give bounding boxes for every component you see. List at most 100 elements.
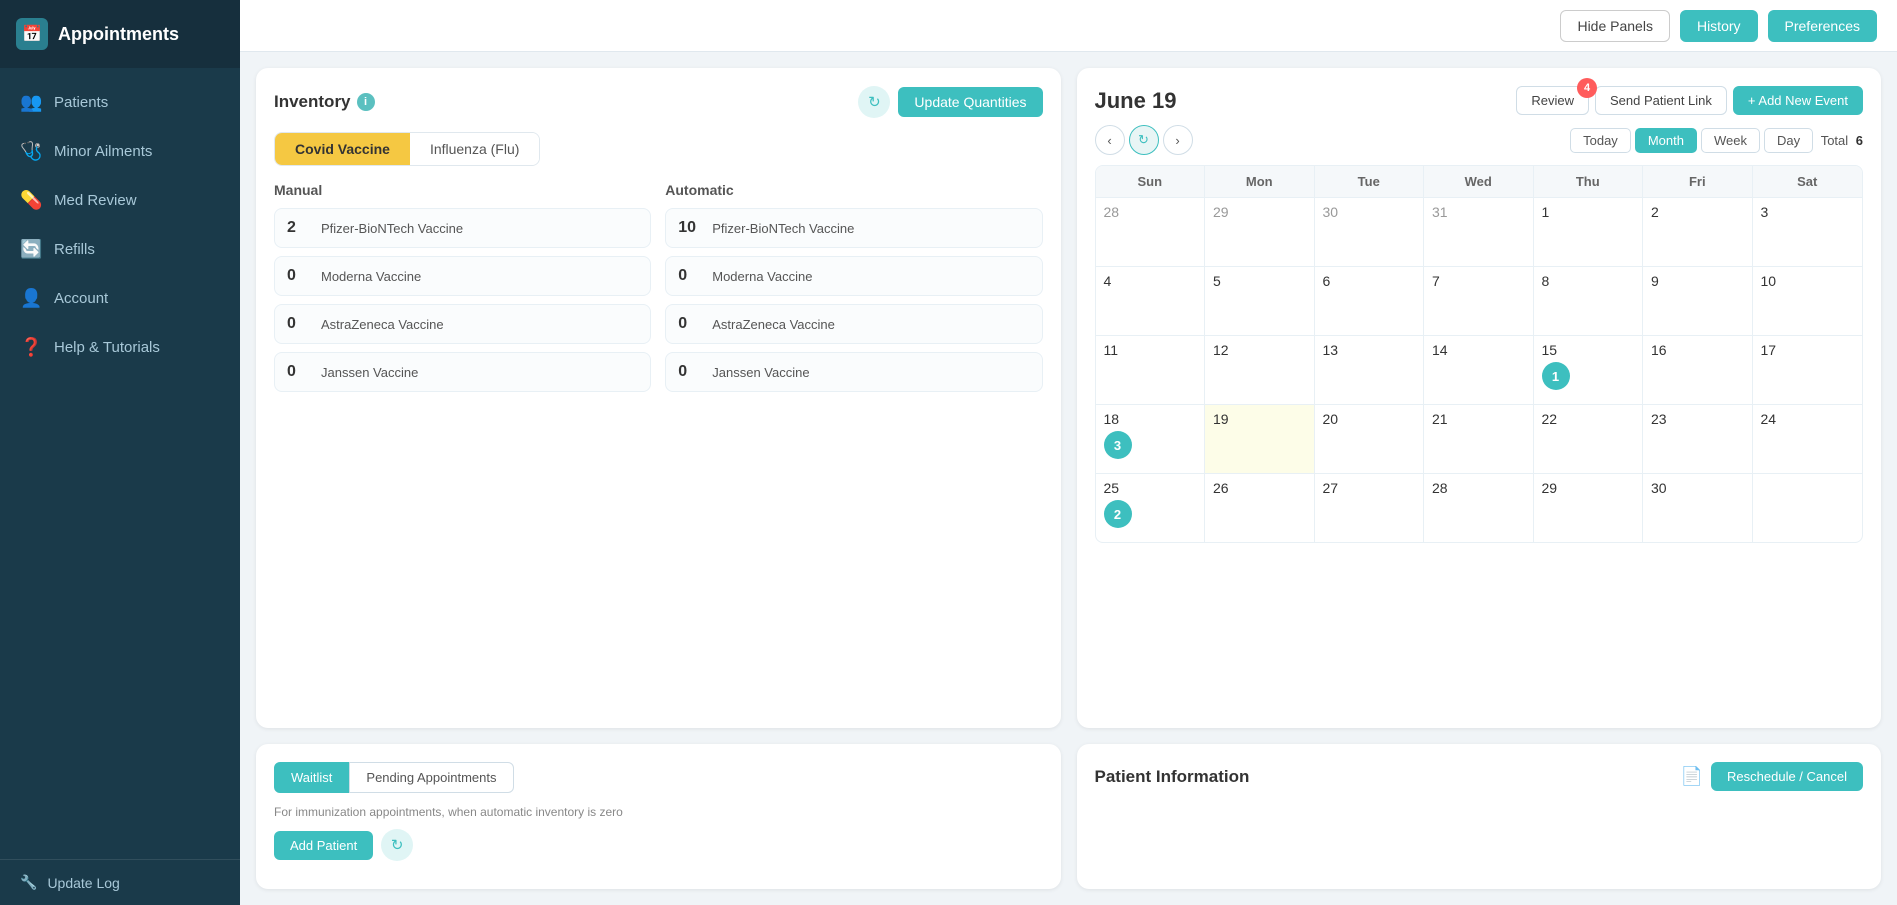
auto-count-3: 0 <box>678 315 702 333</box>
cal-cell-w2-d7[interactable]: 10 <box>1753 267 1863 335</box>
app-title: Appointments <box>58 24 179 45</box>
auto-vaccine-3: 0 AstraZeneca Vaccine <box>665 304 1042 344</box>
tab-waitlist[interactable]: Waitlist <box>274 762 349 793</box>
cal-cell-w3-d4[interactable]: 14 <box>1424 336 1534 404</box>
auto-count-2: 0 <box>678 267 702 285</box>
day-header-fri: Fri <box>1643 166 1753 197</box>
cal-cell-w1-d5[interactable]: 1 <box>1534 198 1644 266</box>
update-log-button[interactable]: 🔧 Update Log <box>0 859 240 905</box>
cal-cell-w3-d5[interactable]: 151 <box>1534 336 1644 404</box>
cal-cell-w2-d5[interactable]: 8 <box>1534 267 1644 335</box>
cal-cell-w5-d2[interactable]: 26 <box>1205 474 1315 542</box>
sidebar-item-refills[interactable]: 🔄Refills <box>0 225 240 274</box>
auto-vaccine-1: 10 Pfizer-BioNTech Vaccine <box>665 208 1042 248</box>
tab-covid-vaccine[interactable]: Covid Vaccine <box>275 133 410 165</box>
week-view-button[interactable]: Week <box>1701 128 1760 153</box>
cal-cell-w2-d2[interactable]: 5 <box>1205 267 1315 335</box>
cal-cell-w4-d7[interactable]: 24 <box>1753 405 1863 473</box>
cal-cell-w1-d1[interactable]: 28 <box>1096 198 1206 266</box>
cal-cell-w4-d1[interactable]: 183 <box>1096 405 1206 473</box>
add-patient-row: Add Patient ↻ <box>274 829 1043 861</box>
calendar-next-button[interactable]: › <box>1163 125 1193 155</box>
cal-cell-w1-d3[interactable]: 30 <box>1315 198 1425 266</box>
reschedule-cancel-button[interactable]: Reschedule / Cancel <box>1711 762 1863 791</box>
manual-name-3: AstraZeneca Vaccine <box>321 317 444 332</box>
cal-cell-w5-d3[interactable]: 27 <box>1315 474 1425 542</box>
cal-cell-w2-d4[interactable]: 7 <box>1424 267 1534 335</box>
manual-title: Manual <box>274 182 651 198</box>
cal-cell-w3-d1[interactable]: 11 <box>1096 336 1206 404</box>
cal-cell-w5-d4[interactable]: 28 <box>1424 474 1534 542</box>
calendar-refresh-button[interactable]: ↻ <box>1129 125 1159 155</box>
add-patient-button[interactable]: Add Patient <box>274 831 373 860</box>
manual-vaccine-1: 2 Pfizer-BioNTech Vaccine <box>274 208 651 248</box>
sidebar-item-med-review[interactable]: 💊 Med Review <box>0 176 240 225</box>
cal-cell-w1-d2[interactable]: 29 <box>1205 198 1315 266</box>
send-patient-link-button[interactable]: Send Patient Link <box>1595 86 1727 115</box>
med-review-icon: 💊 <box>20 190 42 211</box>
preferences-button[interactable]: Preferences <box>1768 10 1877 42</box>
cal-cell-w1-d4[interactable]: 31 <box>1424 198 1534 266</box>
day-header-mon: Mon <box>1205 166 1315 197</box>
update-quantities-button[interactable]: Update Quantities <box>898 87 1042 117</box>
sidebar-label-med-review: Med Review <box>54 192 137 209</box>
cal-cell-w2-d6[interactable]: 9 <box>1643 267 1753 335</box>
refills-icon: 🔄 <box>20 239 42 260</box>
cal-cell-w4-d2[interactable]: 19 <box>1205 405 1315 473</box>
cal-cell-w4-d6[interactable]: 23 <box>1643 405 1753 473</box>
manual-count-1: 2 <box>287 219 311 237</box>
sidebar-item-account[interactable]: 👤Account <box>0 274 240 323</box>
cal-cell-w5-d6[interactable]: 30 <box>1643 474 1753 542</box>
total-count: 6 <box>1856 133 1863 148</box>
auto-name-1: Pfizer-BioNTech Vaccine <box>712 221 854 236</box>
cal-cell-w1-d6[interactable]: 2 <box>1643 198 1753 266</box>
calendar-actions: Review 4 Send Patient Link + Add New Eve… <box>1516 86 1863 115</box>
tab-influenza-flu[interactable]: Influenza (Flu) <box>410 133 539 165</box>
auto-name-2: Moderna Vaccine <box>712 269 812 284</box>
sidebar-item-patients[interactable]: 👥Patients <box>0 78 240 127</box>
calendar-prev-button[interactable]: ‹ <box>1095 125 1125 155</box>
cal-cell-w3-d6[interactable]: 16 <box>1643 336 1753 404</box>
waitlist-panel: Waitlist Pending Appointments For immuni… <box>256 744 1061 889</box>
cal-cell-w4-d3[interactable]: 20 <box>1315 405 1425 473</box>
document-icon[interactable]: 📄 <box>1681 766 1703 787</box>
today-button[interactable]: Today <box>1570 128 1631 153</box>
sidebar-item-minor-ailments[interactable]: 🩺Minor Ailments <box>0 127 240 176</box>
month-view-button[interactable]: Month <box>1635 128 1697 153</box>
tab-pending-appointments[interactable]: Pending Appointments <box>349 762 513 793</box>
auto-count-1: 10 <box>678 219 702 237</box>
patient-info-title: Patient Information <box>1095 767 1250 787</box>
waitlist-refresh-button[interactable]: ↻ <box>381 829 413 861</box>
auto-name-3: AstraZeneca Vaccine <box>712 317 835 332</box>
inventory-info-icon[interactable]: i <box>357 93 375 111</box>
update-log-label: Update Log <box>47 875 119 891</box>
calendar-title: June 19 <box>1095 88 1177 114</box>
history-button[interactable]: History <box>1680 10 1758 42</box>
inventory-actions: ↻ Update Quantities <box>858 86 1042 118</box>
hide-panels-button[interactable]: Hide Panels <box>1560 10 1670 42</box>
cal-cell-w2-d1[interactable]: 4 <box>1096 267 1206 335</box>
patient-info-actions: 📄 Reschedule / Cancel <box>1681 762 1863 791</box>
cal-cell-w3-d7[interactable]: 17 <box>1753 336 1863 404</box>
calendar-view-buttons: Today Month Week Day Total 6 <box>1570 128 1863 153</box>
sidebar-item-help[interactable]: ❓Help & Tutorials <box>0 323 240 372</box>
cal-cell-w3-d2[interactable]: 12 <box>1205 336 1315 404</box>
inventory-refresh-button[interactable]: ↻ <box>858 86 890 118</box>
patient-info-panel: Patient Information 📄 Reschedule / Cance… <box>1077 744 1882 889</box>
automatic-vaccines: Automatic 10 Pfizer-BioNTech Vaccine 0 M… <box>665 182 1042 400</box>
cal-cell-w2-d3[interactable]: 6 <box>1315 267 1425 335</box>
cal-cell-w5-d5[interactable]: 29 <box>1534 474 1644 542</box>
cal-cell-w1-d7[interactable]: 3 <box>1753 198 1863 266</box>
cal-cell-w4-d5[interactable]: 22 <box>1534 405 1644 473</box>
sidebar-label-minor-ailments: Minor Ailments <box>54 143 152 160</box>
cal-cell-w5-d7[interactable] <box>1753 474 1863 542</box>
waitlist-tabs: Waitlist Pending Appointments <box>274 762 1043 793</box>
cal-cell-w4-d4[interactable]: 21 <box>1424 405 1534 473</box>
cal-cell-w3-d3[interactable]: 13 <box>1315 336 1425 404</box>
manual-vaccine-2: 0 Moderna Vaccine <box>274 256 651 296</box>
day-view-button[interactable]: Day <box>1764 128 1813 153</box>
cal-cell-w5-d1[interactable]: 252 <box>1096 474 1206 542</box>
event-bubble-w4-d1: 3 <box>1104 431 1132 459</box>
inventory-header: Inventory i ↻ Update Quantities <box>274 86 1043 118</box>
add-new-event-button[interactable]: + Add New Event <box>1733 86 1863 115</box>
